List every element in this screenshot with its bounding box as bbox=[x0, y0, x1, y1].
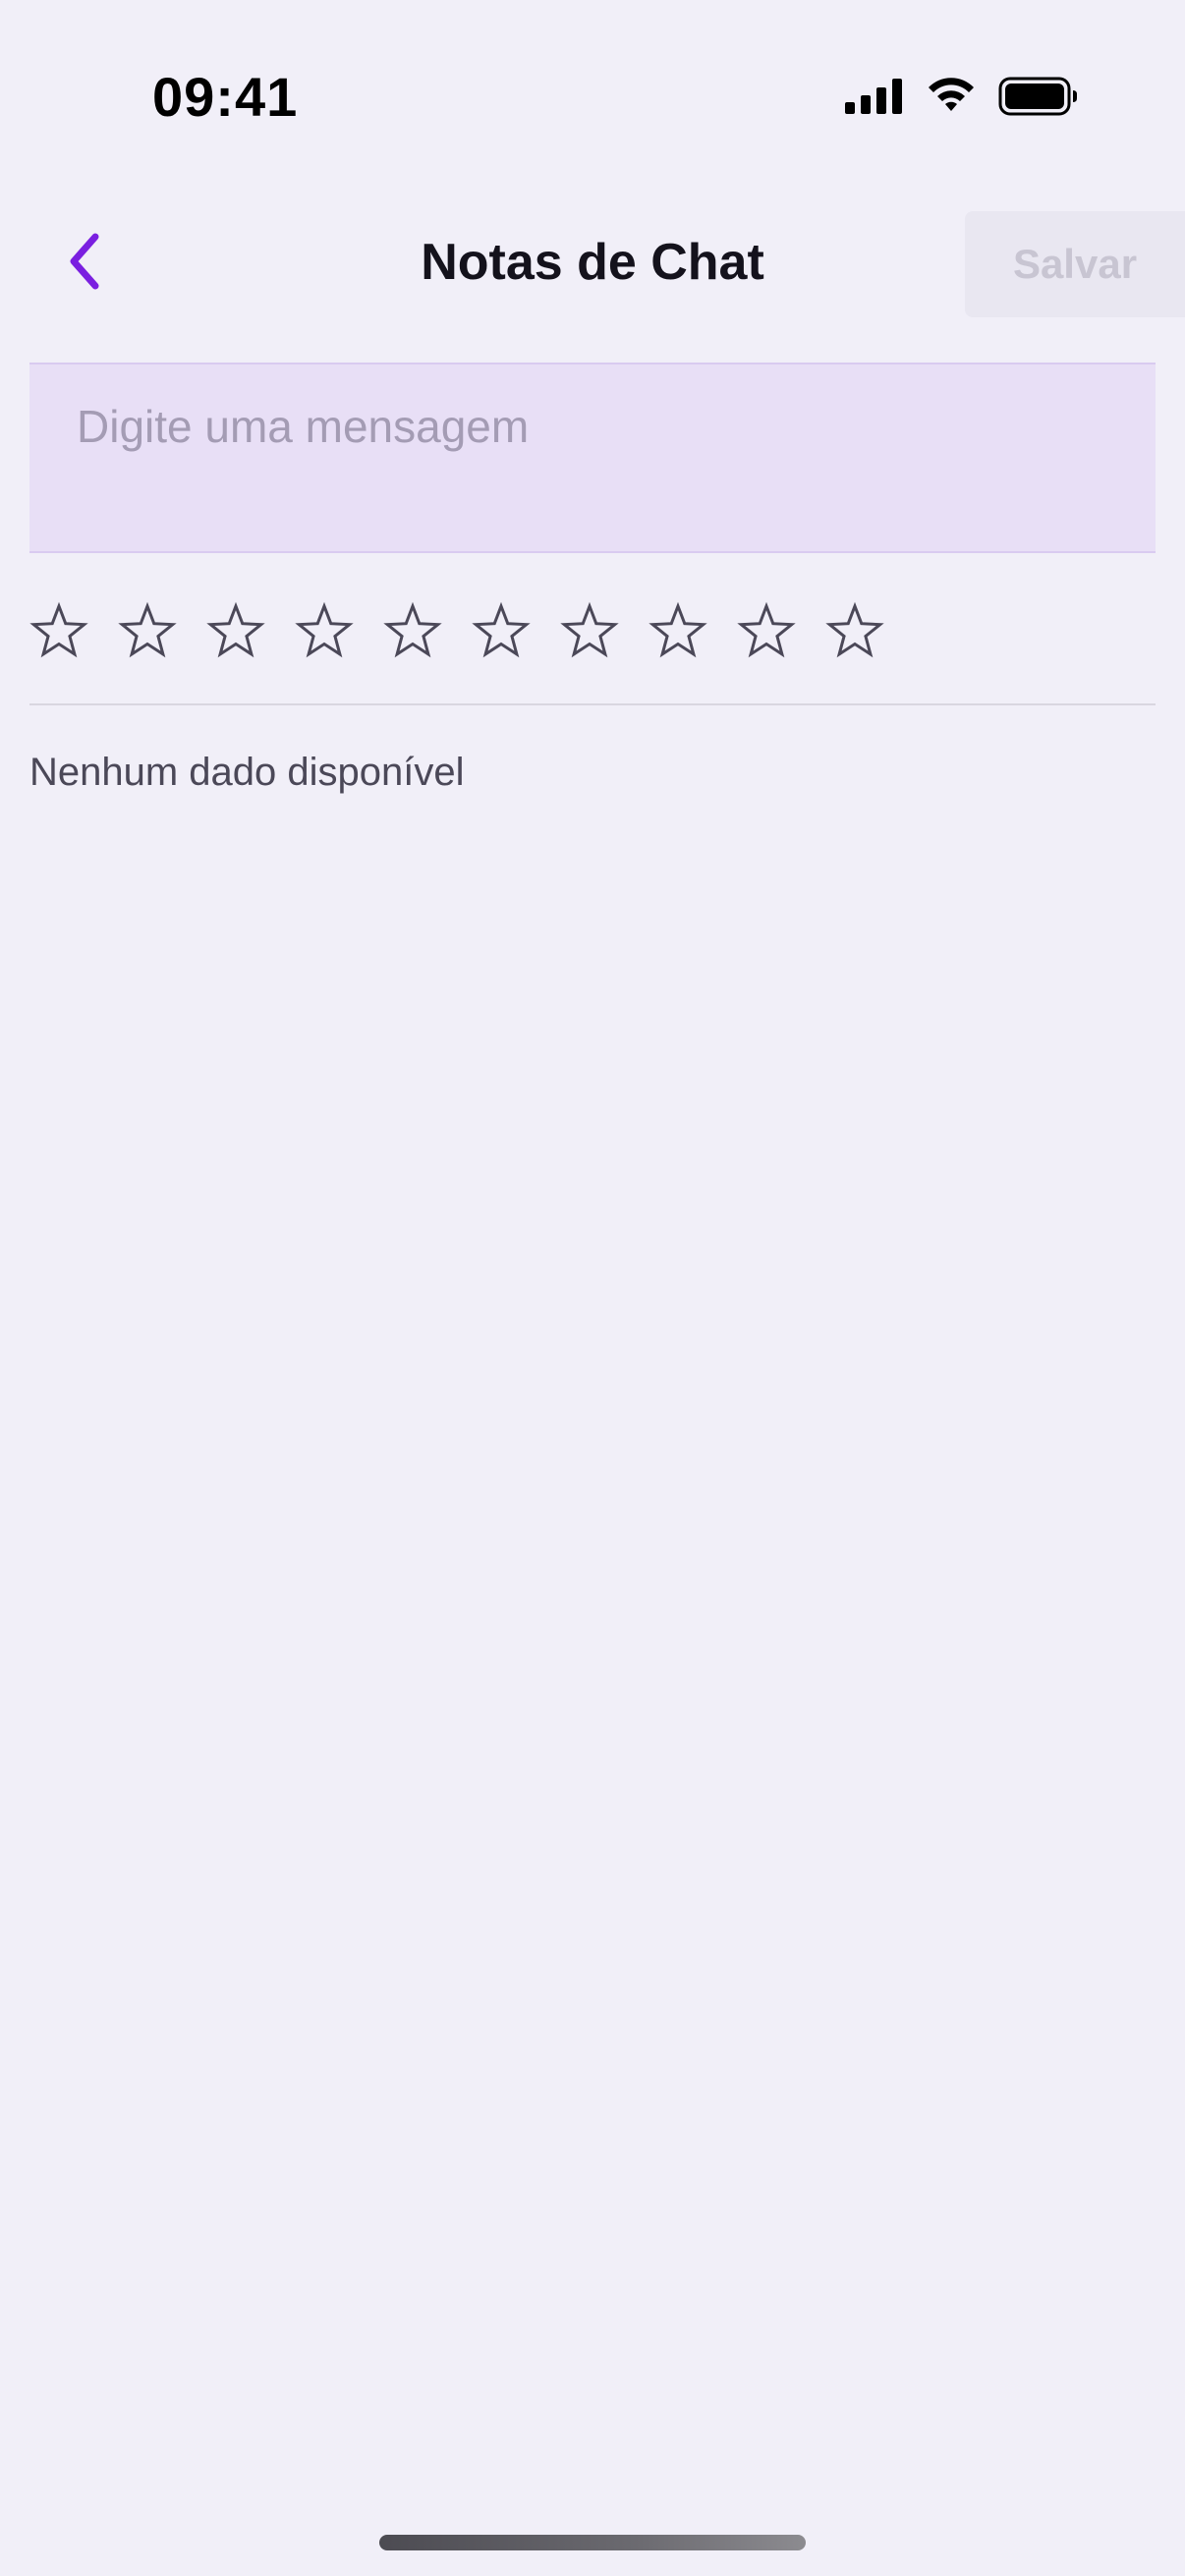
star-8[interactable] bbox=[649, 601, 707, 660]
message-input[interactable] bbox=[29, 364, 1156, 551]
star-outline-icon bbox=[737, 601, 796, 658]
battery-icon bbox=[998, 77, 1079, 116]
star-5[interactable] bbox=[383, 601, 442, 660]
divider bbox=[29, 703, 1156, 705]
message-input-container bbox=[29, 363, 1156, 553]
star-outline-icon bbox=[295, 601, 354, 658]
star-9[interactable] bbox=[737, 601, 796, 660]
status-bar: 09:41 bbox=[0, 0, 1185, 187]
status-time: 09:41 bbox=[152, 66, 299, 128]
star-3[interactable] bbox=[206, 601, 265, 660]
star-6[interactable] bbox=[472, 601, 531, 660]
star-outline-icon bbox=[649, 601, 707, 658]
star-4[interactable] bbox=[295, 601, 354, 660]
star-outline-icon bbox=[118, 601, 177, 658]
star-rating bbox=[29, 597, 1156, 664]
star-2[interactable] bbox=[118, 601, 177, 660]
wifi-icon bbox=[926, 78, 977, 115]
star-outline-icon bbox=[206, 601, 265, 658]
star-7[interactable] bbox=[560, 601, 619, 660]
star-outline-icon bbox=[560, 601, 619, 658]
empty-state-text: Nenhum dado disponível bbox=[29, 751, 465, 794]
star-1[interactable] bbox=[29, 601, 88, 660]
header: Notas de Chat Salvar bbox=[0, 211, 1185, 319]
star-10[interactable] bbox=[825, 601, 884, 660]
star-outline-icon bbox=[383, 601, 442, 658]
home-indicator bbox=[379, 2535, 806, 2550]
star-outline-icon bbox=[472, 601, 531, 658]
star-outline-icon bbox=[29, 601, 88, 658]
star-outline-icon bbox=[825, 601, 884, 658]
status-icons bbox=[845, 77, 1079, 116]
save-button[interactable]: Salvar bbox=[965, 211, 1185, 317]
cellular-signal-icon bbox=[845, 79, 904, 114]
